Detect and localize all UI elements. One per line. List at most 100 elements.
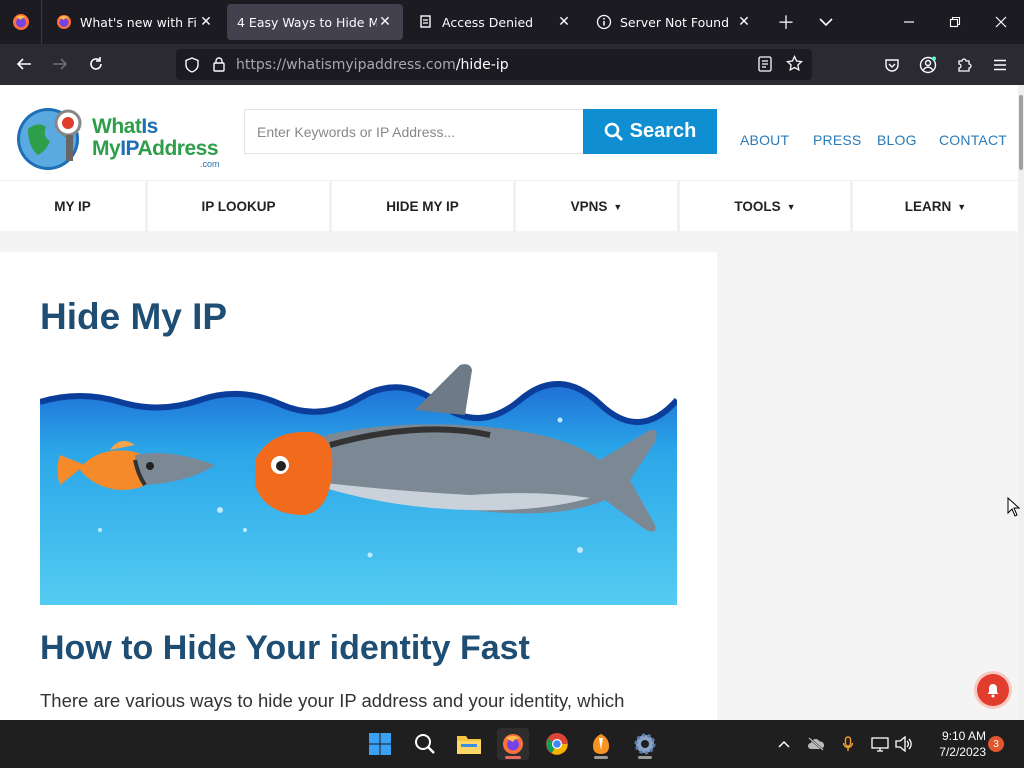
nav-label: IP LOOKUP [201, 199, 276, 214]
running-indicator [638, 756, 652, 759]
tracking-protection-icon[interactable] [176, 56, 208, 73]
taskbar-chrome-button[interactable] [541, 728, 573, 760]
search-button[interactable]: Search [583, 109, 717, 154]
caret-down-icon: ▼ [786, 201, 796, 212]
tab-whats-new[interactable]: What's new with Firefox ✕ [46, 4, 224, 40]
section-heading: How to Hide Your identity Fast [40, 629, 530, 667]
search-icon [604, 122, 623, 141]
main-navigation: MY IP IP LOOKUP HIDE MY IP VPNS ▼ TOOLS ▼ … [0, 180, 1018, 232]
chevron-down-icon [819, 18, 833, 27]
nav-hide-my-ip[interactable]: HIDE MY IP [332, 181, 516, 232]
url-text[interactable]: https://whatismyipaddress.com/hide-ip [236, 57, 509, 73]
tab-hide-my-ip[interactable]: 4 Easy Ways to Hide My IP ✕ [227, 4, 403, 40]
search-placeholder: Enter Keywords or IP Address... [257, 123, 456, 140]
gear-icon [634, 733, 656, 755]
firefox-icon [12, 14, 29, 30]
nav-label: HIDE MY IP [386, 199, 459, 214]
intro-paragraph: There are various ways to hide your IP a… [40, 690, 625, 711]
close-icon[interactable]: ✕ [736, 14, 752, 30]
taskbar-clock[interactable]: 9:10 AM 7/2/2023 [920, 728, 986, 760]
mouse-pointer-icon [1007, 497, 1021, 517]
reader-view-icon[interactable] [758, 56, 772, 76]
close-window-button[interactable] [978, 0, 1024, 44]
logo-address: Address [137, 137, 219, 160]
close-icon [995, 16, 1007, 28]
logo-my: My [92, 137, 121, 160]
site-header: WhatIs MyIPAddress .com Enter Keywords o… [0, 85, 1018, 180]
firefox-view-button[interactable] [0, 0, 42, 44]
list-all-tabs-button[interactable] [806, 4, 846, 40]
address-bar[interactable]: https://whatismyipaddress.com/hide-ip [176, 49, 812, 80]
tab-title: What's new with Firefox [80, 14, 198, 30]
restore-button[interactable] [932, 0, 978, 44]
caret-down-icon: ▼ [957, 201, 967, 212]
notification-bell-button[interactable] [977, 674, 1009, 706]
nav-vpns[interactable]: VPNS ▼ [516, 181, 680, 232]
close-icon[interactable]: ✕ [556, 14, 572, 30]
minimize-icon [904, 21, 914, 23]
account-button[interactable] [910, 44, 946, 85]
reload-button[interactable] [78, 48, 114, 80]
contact-link[interactable]: CONTACT [939, 132, 1007, 148]
active-indicator [505, 756, 521, 759]
volume-tray-button[interactable] [893, 732, 915, 756]
app-menu-button[interactable] [982, 44, 1018, 85]
site-logo[interactable]: WhatIs MyIPAddress .com [16, 103, 226, 173]
nav-label: LEARN [904, 199, 952, 214]
back-button[interactable] [6, 48, 42, 80]
nav-ip-lookup[interactable]: IP LOOKUP [148, 181, 332, 232]
blog-link[interactable]: BLOG [877, 132, 917, 148]
microphone-tray-button[interactable] [837, 732, 859, 756]
close-icon[interactable]: ✕ [377, 14, 393, 30]
nav-my-ip[interactable]: MY IP [0, 181, 148, 232]
arrow-right-icon [53, 58, 68, 70]
logo-what: What [92, 115, 142, 138]
document-icon [420, 15, 431, 28]
tab-server-not-found[interactable]: Server Not Found ✕ [586, 4, 762, 40]
scrollbar-thumb[interactable] [1019, 95, 1023, 170]
nav-label: MY IP [54, 199, 91, 214]
info-icon [596, 14, 612, 30]
page-scrollbar[interactable] [1018, 85, 1024, 720]
network-tray-button[interactable] [869, 732, 891, 756]
plus-icon: ＋ [777, 13, 795, 34]
about-link[interactable]: ABOUT [740, 132, 789, 148]
forward-button[interactable] [42, 48, 78, 80]
article-card: Hide My IP How to Hide Your identity Fas… [0, 252, 717, 720]
logo-line-2: MyIPAddress [92, 137, 219, 161]
firefox-icon [503, 734, 523, 754]
hamburger-menu-icon [994, 59, 1006, 70]
taskbar-search-button[interactable] [409, 728, 441, 760]
close-icon[interactable]: ✕ [198, 14, 214, 30]
nav-tools[interactable]: TOOLS ▼ [680, 181, 853, 232]
tab-title: 4 Easy Ways to Hide My IP [237, 14, 377, 30]
taskbar-firefox-button[interactable] [497, 728, 529, 760]
page-viewport: WhatIs MyIPAddress .com Enter Keywords o… [0, 85, 1024, 720]
bookmark-star-icon[interactable] [786, 54, 803, 76]
start-button[interactable] [364, 728, 396, 760]
tab-title: Access Denied [442, 14, 534, 30]
search-input[interactable]: Enter Keywords or IP Address... [244, 109, 584, 154]
minimize-button[interactable] [886, 0, 932, 44]
pocket-button[interactable] [874, 44, 910, 85]
show-hidden-icons-button[interactable] [773, 732, 795, 756]
nav-learn[interactable]: LEARN ▼ [853, 181, 1018, 232]
notification-center-badge[interactable]: 3 [988, 736, 1004, 752]
logo-com: .com [200, 159, 220, 169]
lock-icon[interactable] [208, 57, 230, 72]
search-button-label: Search [629, 120, 697, 142]
new-tab-button[interactable]: ＋ [766, 4, 806, 40]
extensions-button[interactable] [946, 44, 982, 85]
search-icon [415, 734, 435, 754]
file-explorer-button[interactable] [453, 728, 485, 760]
puzzle-icon [958, 57, 972, 72]
taskbar-fl-studio-button[interactable] [585, 728, 617, 760]
restore-icon [949, 16, 961, 28]
pocket-icon [885, 58, 899, 72]
onedrive-tray-button[interactable] [805, 732, 827, 756]
caret-down-icon: ▼ [613, 201, 623, 212]
tab-title: Server Not Found [620, 14, 730, 30]
tab-access-denied[interactable]: Access Denied ✕ [408, 4, 582, 40]
press-link[interactable]: PRESS [813, 132, 861, 148]
taskbar-settings-button[interactable] [629, 728, 661, 760]
